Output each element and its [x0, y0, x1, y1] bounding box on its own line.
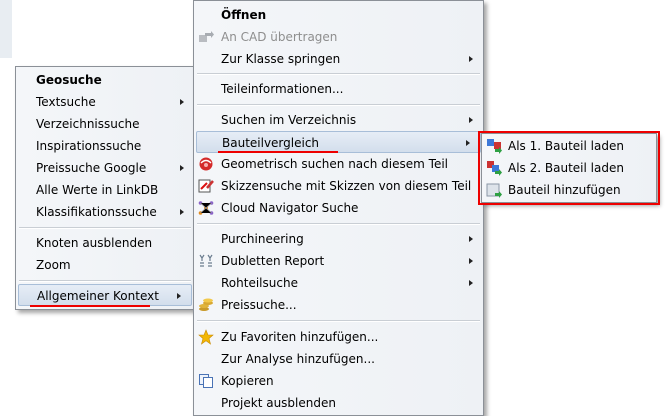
menu-item-an-cad-uebertragen[interactable]: An CAD übertragen: [194, 26, 483, 48]
menu-item-purchineering[interactable]: Purchineering: [194, 228, 483, 250]
menu-item-dubletten-report[interactable]: Dubletten Report: [194, 250, 483, 272]
menu-item-label: Knoten ausblenden: [36, 236, 153, 250]
menu-item-knoten-ausblenden[interactable]: Knoten ausblenden: [16, 232, 194, 254]
menu-item-label: Öffnen: [221, 8, 267, 22]
submenu-arrow-icon: [469, 56, 473, 62]
menu-item-projekt-ausblenden[interactable]: Projekt ausblenden: [194, 392, 483, 414]
background-window: [0, 0, 12, 58]
menu-item-label: Purchineering: [221, 232, 304, 246]
menu-item-zu-favoriten[interactable]: Zu Favoriten hinzufügen...: [194, 326, 483, 348]
menu-item-label: Rohteilsuche: [221, 276, 298, 290]
submenu-arrow-icon: [469, 258, 473, 264]
annotation-highlight-box: [478, 131, 660, 205]
star-icon: [198, 329, 214, 345]
menu-item-label: Zu Favoriten hinzufügen...: [221, 330, 379, 344]
menu-item-alle-werte-linkdb[interactable]: Alle Werte in LinkDB: [16, 179, 194, 201]
menu-item-label: Klassifikationssuche: [36, 205, 157, 219]
menu-separator: [197, 73, 480, 75]
menu-item-label: Geometrisch suchen nach diesem Teil: [221, 157, 448, 171]
sketch-search-icon: [198, 179, 214, 193]
menu-item-label: Allgemeiner Kontext: [37, 289, 159, 303]
menu-item-zur-klasse-springen[interactable]: Zur Klasse springen: [194, 48, 483, 70]
copy-icon: [199, 374, 213, 388]
menu-item-label: Zur Analyse hinzufügen...: [221, 352, 375, 366]
menu-item-rohteilsuche[interactable]: Rohteilsuche: [194, 272, 483, 294]
menu-item-label: Inspirationssuche: [36, 139, 142, 153]
menu-item-allgemeiner-kontext[interactable]: Allgemeiner Kontext: [18, 284, 192, 306]
annotation-underline: [218, 151, 338, 153]
menu-item-label: Teileinformationen...: [221, 82, 344, 96]
transfer-cad-icon: [199, 31, 214, 42]
submenu-arrow-icon: [469, 117, 473, 123]
menu-item-label: Zoom: [36, 258, 71, 272]
menu-item-bauteilvergleich[interactable]: Bauteilvergleich: [196, 131, 481, 153]
menu-item-klassifikationssuche[interactable]: Klassifikationssuche: [16, 201, 194, 223]
menu-item-oeffnen[interactable]: Öffnen: [194, 4, 483, 26]
left-context-menu: Geosuche Textsuche Verzeichnissuche Insp…: [15, 66, 195, 310]
menu-item-inspirationssuche[interactable]: Inspirationssuche: [16, 135, 194, 157]
menu-item-skizzensuche[interactable]: Skizzensuche mit Skizzen von diesem Teil: [194, 175, 483, 197]
menu-item-suchen-im-verzeichnis[interactable]: Suchen im Verzeichnis: [194, 109, 483, 131]
menu-item-geometrisch-suchen[interactable]: Geometrisch suchen nach diesem Teil: [194, 153, 483, 175]
menu-item-label: Preissuche...: [221, 298, 297, 312]
menu-item-zoom[interactable]: Zoom: [16, 254, 194, 276]
main-context-menu: Öffnen An CAD übertragen Zur Klasse spri…: [193, 0, 484, 416]
menu-item-zur-analyse[interactable]: Zur Analyse hinzufügen...: [194, 348, 483, 370]
menu-item-label: Geosuche: [36, 73, 102, 87]
menu-separator: [19, 227, 191, 229]
menu-separator: [19, 280, 191, 282]
menu-item-label: Skizzensuche mit Skizzen von diesem Teil: [221, 179, 472, 193]
submenu-arrow-icon: [180, 165, 184, 171]
menu-item-geosuche[interactable]: Geosuche: [16, 69, 194, 91]
cloud-navigator-icon: [198, 201, 214, 215]
menu-item-label: Verzeichnissuche: [36, 117, 140, 131]
menu-item-label: Textsuche: [36, 95, 96, 109]
menu-item-label: Cloud Navigator Suche: [221, 201, 359, 215]
menu-separator: [197, 104, 480, 106]
submenu-arrow-icon: [180, 209, 184, 215]
menu-item-verzeichnissuche[interactable]: Verzeichnissuche: [16, 113, 194, 135]
duplicate-report-icon: [199, 254, 213, 267]
menu-item-teileinformationen[interactable]: Teileinformationen...: [194, 78, 483, 100]
menu-item-label: Alle Werte in LinkDB: [36, 183, 159, 197]
menu-item-cloud-navigator-suche[interactable]: Cloud Navigator Suche: [194, 197, 483, 219]
geometric-search-icon: [199, 157, 213, 171]
annotation-underline: [30, 305, 150, 307]
submenu-arrow-icon: [466, 140, 470, 146]
menu-item-label: Kopieren: [221, 374, 274, 388]
menu-item-preissuche-google[interactable]: Preissuche Google: [16, 157, 194, 179]
price-search-icon: [199, 298, 213, 311]
menu-item-label: Zur Klasse springen: [221, 52, 341, 66]
menu-item-label: Suchen im Verzeichnis: [221, 113, 357, 127]
menu-item-label: Dubletten Report: [221, 254, 325, 268]
menu-separator: [197, 320, 480, 322]
menu-item-label: Projekt ausblenden: [221, 396, 336, 410]
menu-separator: [197, 223, 480, 225]
submenu-arrow-icon: [180, 99, 184, 105]
menu-item-textsuche[interactable]: Textsuche: [16, 91, 194, 113]
submenu-arrow-icon: [469, 236, 473, 242]
menu-item-kopieren[interactable]: Kopieren: [194, 370, 483, 392]
menu-item-label: Preissuche Google: [36, 161, 147, 175]
submenu-arrow-icon: [177, 293, 181, 299]
menu-item-label: Bauteilvergleich: [222, 136, 320, 150]
menu-item-preissuche[interactable]: Preissuche...: [194, 294, 483, 316]
menu-item-label: An CAD übertragen: [221, 30, 338, 44]
submenu-arrow-icon: [469, 280, 473, 286]
